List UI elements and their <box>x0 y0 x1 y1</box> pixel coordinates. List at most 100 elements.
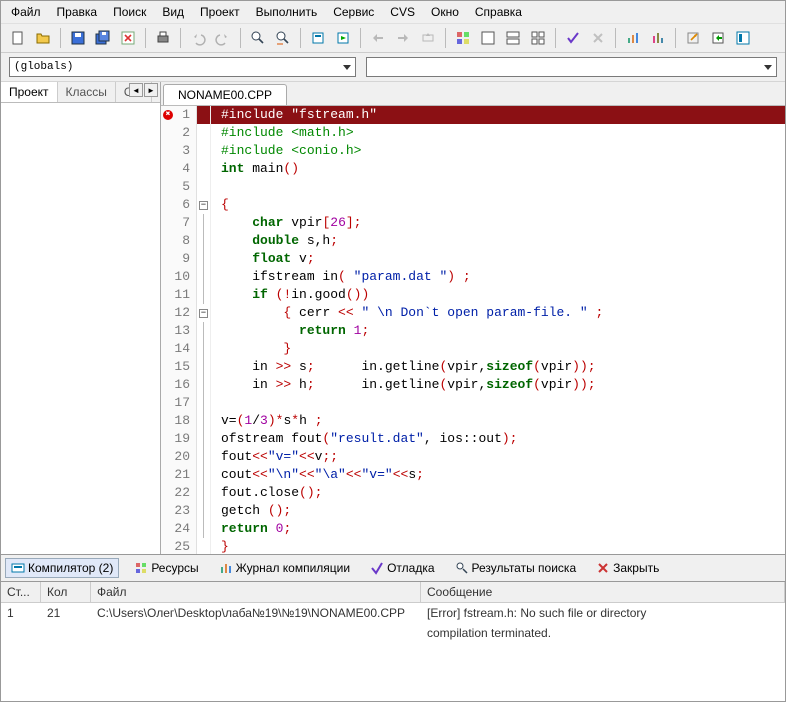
print-icon[interactable] <box>152 27 174 49</box>
replace-icon[interactable] <box>272 27 294 49</box>
code-line-10[interactable]: 10 ifstream in( "param.dat ") ; <box>161 268 785 286</box>
code-text: { <box>211 196 229 214</box>
tab-log[interactable]: Журнал компиляции <box>214 559 355 577</box>
symbols-dropdown[interactable] <box>366 57 777 77</box>
code-text: float v; <box>211 250 315 268</box>
tab-close[interactable]: Закрыть <box>591 559 664 577</box>
panels-3-icon[interactable] <box>502 27 524 49</box>
message-row[interactable]: 121C:\Users\Олег\Desktop\лаба№19\№19\NON… <box>1 603 785 623</box>
code-line-7[interactable]: 7 char vpir[26]; <box>161 214 785 232</box>
menu-окно[interactable]: Окно <box>425 3 465 21</box>
code-line-4[interactable]: 4int main() <box>161 160 785 178</box>
panels-2-icon[interactable] <box>477 27 499 49</box>
check-icon[interactable] <box>562 27 584 49</box>
code-line-21[interactable]: 21cout<<"\n"<<"\a"<<"v="<<s; <box>161 466 785 484</box>
fold-toggle-icon[interactable]: − <box>199 309 208 318</box>
code-line-12[interactable]: 12− { cerr << " \n Don`t open param-file… <box>161 304 785 322</box>
code-text: in >> h; in.getline(vpir,sizeof(vpir)); <box>211 376 596 394</box>
new-file-icon[interactable] <box>7 27 29 49</box>
gutter: 17 <box>161 394 197 412</box>
compile-icon[interactable] <box>307 27 329 49</box>
code-line-19[interactable]: 19ofstream fout("result.dat", ios::out); <box>161 430 785 448</box>
code-line-8[interactable]: 8 double s,h; <box>161 232 785 250</box>
scope-dropdown[interactable]: (globals) <box>9 57 356 77</box>
import-icon[interactable] <box>707 27 729 49</box>
tab-debug[interactable]: Отладка <box>365 559 439 577</box>
panels-4-icon[interactable] <box>527 27 549 49</box>
menu-выполнить[interactable]: Выполнить <box>250 3 324 21</box>
menu-cvs[interactable]: CVS <box>384 3 421 21</box>
menu-поиск[interactable]: Поиск <box>107 3 152 21</box>
tab-compiler[interactable]: Компилятор (2) <box>5 558 119 578</box>
code-text: } <box>211 538 229 554</box>
fold-col <box>197 286 211 304</box>
code-line-9[interactable]: 9 float v; <box>161 250 785 268</box>
save-icon[interactable] <box>67 27 89 49</box>
code-line-2[interactable]: 2#include <math.h> <box>161 124 785 142</box>
editor-tab[interactable]: NONAME00.CPP <box>163 84 287 105</box>
code-line-15[interactable]: 15 in >> s; in.getline(vpir,sizeof(vpir)… <box>161 358 785 376</box>
chart-1-icon[interactable] <box>622 27 644 49</box>
fold-col[interactable]: − <box>197 304 211 322</box>
code-line-20[interactable]: 20fout<<"v="<<v;; <box>161 448 785 466</box>
sidebar: ПроектКлассыО... ◄ ► <box>1 82 161 554</box>
save-all-icon[interactable] <box>92 27 114 49</box>
export-icon[interactable] <box>732 27 754 49</box>
fold-col <box>197 232 211 250</box>
messages-panel: Ст... Кол Файл Сообщение 121C:\Users\Оле… <box>1 581 785 701</box>
step-over-icon <box>367 27 389 49</box>
label: Результаты поиска <box>472 561 577 575</box>
goto-icon[interactable] <box>682 27 704 49</box>
message-row[interactable]: compilation terminated. <box>1 623 785 643</box>
gutter: 19 <box>161 430 197 448</box>
label: Компилятор (2) <box>28 561 113 575</box>
code-line-24[interactable]: 24return 0; <box>161 520 785 538</box>
code-viewport[interactable]: 1✖#include "fstream.h"2#include <math.h>… <box>161 106 785 554</box>
col-line: Ст... <box>1 582 41 602</box>
code-text <box>211 394 221 412</box>
code-line-18[interactable]: 18v=(1/3)*s*h ; <box>161 412 785 430</box>
open-icon[interactable] <box>32 27 54 49</box>
error-icon: ✖ <box>163 110 173 120</box>
step-into-icon <box>392 27 414 49</box>
redo-icon <box>212 27 234 49</box>
panels-1-icon[interactable] <box>452 27 474 49</box>
side-tab-1[interactable]: Классы <box>58 82 116 102</box>
menu-проект[interactable]: Проект <box>194 3 246 21</box>
fold-col <box>197 106 211 124</box>
chart-2-icon[interactable] <box>647 27 669 49</box>
fold-toggle-icon[interactable]: − <box>199 201 208 210</box>
tab-resources[interactable]: Ресурсы <box>129 559 203 577</box>
code-line-5[interactable]: 5 <box>161 178 785 196</box>
tab-search[interactable]: Результаты поиска <box>450 559 582 577</box>
close-file-icon[interactable] <box>117 27 139 49</box>
code-line-17[interactable]: 17 <box>161 394 785 412</box>
code-line-25[interactable]: 25} <box>161 538 785 554</box>
code-line-16[interactable]: 16 in >> h; in.getline(vpir,sizeof(vpir)… <box>161 376 785 394</box>
side-tab-0[interactable]: Проект <box>1 82 58 102</box>
menu-вид[interactable]: Вид <box>156 3 190 21</box>
cell-msg: [Error] fstream.h: No such file or direc… <box>421 606 785 620</box>
fold-col[interactable]: − <box>197 196 211 214</box>
code-line-1[interactable]: 1✖#include "fstream.h" <box>161 106 785 124</box>
code-text <box>211 178 221 196</box>
code-line-11[interactable]: 11 if (!in.good()) <box>161 286 785 304</box>
code-line-6[interactable]: 6−{ <box>161 196 785 214</box>
find-icon[interactable] <box>247 27 269 49</box>
code-line-14[interactable]: 14 } <box>161 340 785 358</box>
scroll-left-icon[interactable]: ◄ <box>129 83 143 97</box>
menu-правка[interactable]: Правка <box>51 3 104 21</box>
editor-tabstrip: NONAME00.CPP <box>161 82 785 106</box>
scroll-right-icon[interactable]: ► <box>144 83 158 97</box>
menu-файл[interactable]: Файл <box>5 3 47 21</box>
menu-сервис[interactable]: Сервис <box>327 3 380 21</box>
run-icon[interactable] <box>332 27 354 49</box>
gutter: 8 <box>161 232 197 250</box>
step-out-icon <box>417 27 439 49</box>
code-line-3[interactable]: 3#include <conio.h> <box>161 142 785 160</box>
code-line-23[interactable]: 23getch (); <box>161 502 785 520</box>
code-line-22[interactable]: 22fout.close(); <box>161 484 785 502</box>
menu-справка[interactable]: Справка <box>469 3 528 21</box>
code-text: return 0; <box>211 520 291 538</box>
code-line-13[interactable]: 13 return 1; <box>161 322 785 340</box>
